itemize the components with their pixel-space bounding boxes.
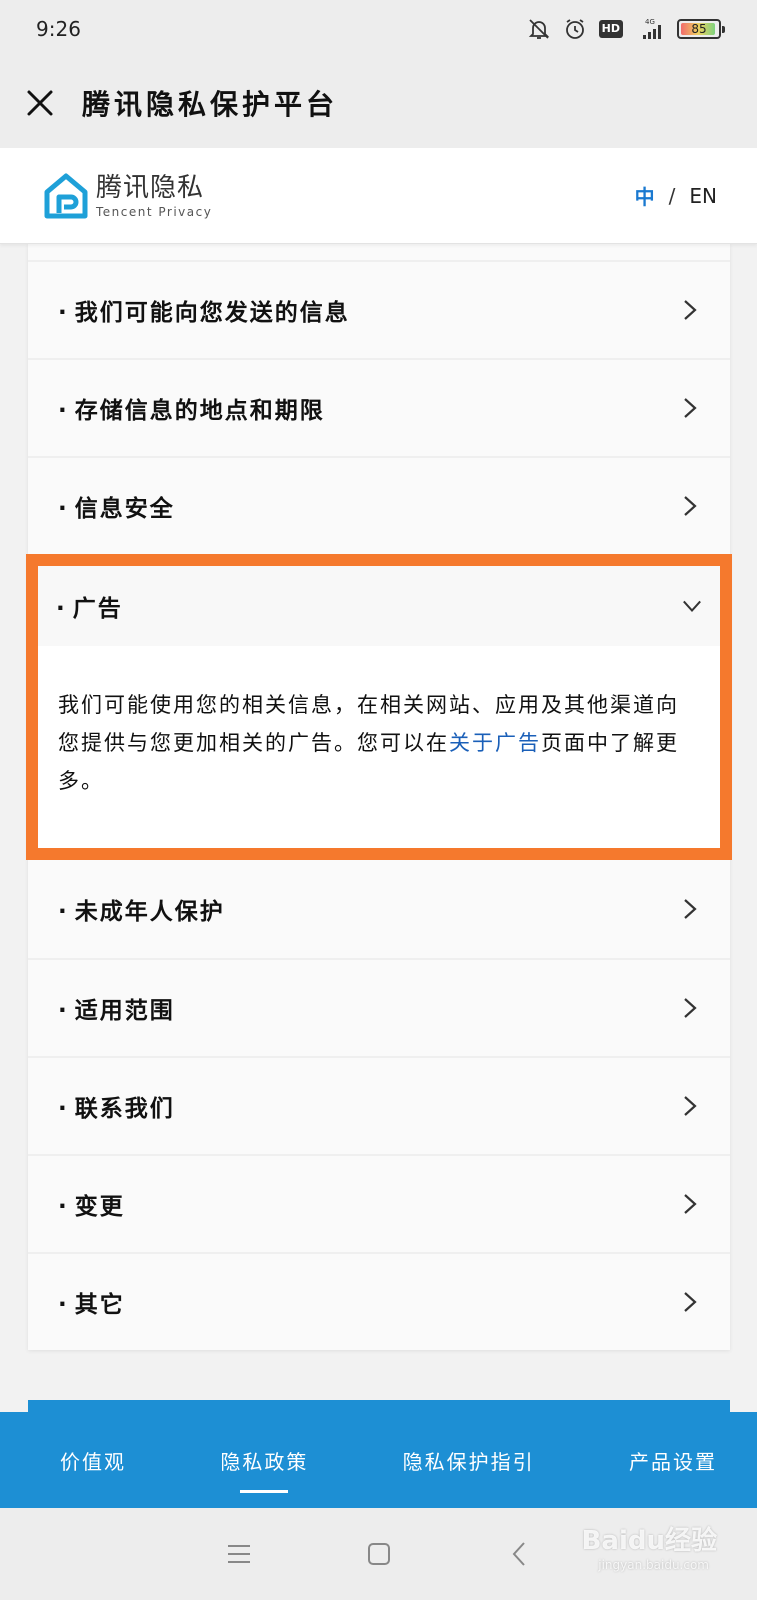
tencent-privacy-logo-icon	[44, 173, 88, 218]
logo[interactable]: 腾讯隐私 Tencent Privacy	[44, 173, 212, 219]
bullet: ·	[58, 998, 69, 1024]
svg-text:4G: 4G	[645, 18, 655, 26]
hd-badge: HD	[598, 20, 623, 38]
alarm-icon	[565, 19, 584, 39]
chevron-right-icon	[680, 998, 700, 1018]
section-label: 未成年人保护	[74, 899, 225, 925]
lang-zh-option[interactable]: 中	[635, 181, 655, 210]
section-label: 适用范围	[74, 998, 175, 1024]
bullet: ·	[58, 1292, 69, 1318]
top-nav: 腾讯隐私保护平台	[0, 58, 757, 148]
home-button[interactable]	[364, 1539, 394, 1569]
chevron-right-icon	[680, 1096, 700, 1116]
logo-text-cn: 腾讯隐私	[96, 172, 205, 203]
chevron-right-icon	[680, 398, 700, 418]
battery-icon: 85	[677, 19, 725, 39]
language-switch: 中 / EN	[635, 181, 717, 210]
chevron-right-icon	[680, 899, 700, 919]
section-label: 广告	[72, 596, 123, 622]
menu-icon	[227, 1545, 250, 1563]
chevron-right-icon	[680, 1292, 700, 1312]
lang-separator: /	[668, 183, 676, 208]
chevron-right-icon	[680, 1194, 700, 1214]
battery-level: 85	[691, 22, 707, 36]
section-label: 联系我们	[74, 1096, 175, 1122]
site-header: 腾讯隐私 Tencent Privacy 中 / EN	[0, 148, 757, 244]
tab-privacy-guide[interactable]: 隐私保护指引	[403, 1446, 535, 1475]
page-title: 腾讯隐私保护平台	[82, 88, 339, 121]
baidu-watermark-url: jingyan.baidu.com	[598, 1558, 709, 1572]
section-item-security[interactable]: · 信息安全	[28, 456, 730, 554]
chevron-down-icon	[682, 596, 702, 616]
chevron-right-icon	[680, 300, 700, 320]
section-item-minors[interactable]: · 未成年人保护	[28, 860, 730, 958]
list-top-spacer	[28, 244, 730, 260]
menu-button[interactable]	[224, 1539, 254, 1569]
bottom-tab-bar: 价值观 隐私政策 隐私保护指引 产品设置	[0, 1412, 757, 1508]
section-item-changes[interactable]: · 变更	[28, 1154, 730, 1252]
logo-text-en: Tencent Privacy	[96, 204, 213, 219]
section-label: 其它	[74, 1292, 125, 1318]
close-button[interactable]	[24, 87, 56, 119]
section-label: 我们可能向您发送的信息	[74, 300, 350, 326]
bullet: ·	[58, 300, 69, 326]
bullet: ·	[58, 496, 69, 522]
tab-privacy-policy[interactable]: 隐私政策	[220, 1446, 308, 1493]
policy-section-list: · 我们可能向您发送的信息 · 存储信息的地点和期限 · 信息安全 · 广告 我们可能使…	[26, 244, 732, 1350]
section-label: 信息安全	[74, 496, 175, 522]
tab-values[interactable]: 价值观	[60, 1446, 126, 1475]
bullet: ·	[56, 596, 67, 622]
signal-icon: 4G	[643, 18, 661, 39]
section-item-ads-expanded: · 广告 我们可能使用您的相关信息，在相关网站、应用及其他渠道向您提供与您更加相关…	[26, 554, 732, 860]
baidu-watermark: Baidu经验	[581, 1526, 717, 1556]
bullet: ·	[58, 1194, 69, 1220]
bullet: ·	[58, 1096, 69, 1122]
section-ads-body: 我们可能使用您的相关信息，在相关网站、应用及其他渠道向您提供与您更加相关的广告。…	[38, 646, 720, 800]
close-icon	[27, 90, 53, 116]
status-time: 9:26	[36, 17, 81, 41]
mute-bell-icon	[528, 19, 549, 39]
about-ads-link[interactable]: 关于广告	[449, 731, 541, 755]
section-item-others[interactable]: · 其它	[28, 1252, 730, 1350]
section-item-storage[interactable]: · 存储信息的地点和期限	[28, 358, 730, 456]
back-button[interactable]	[504, 1539, 534, 1569]
home-square-icon	[367, 1543, 390, 1565]
section-item-scope[interactable]: · 适用范围	[28, 958, 730, 1056]
back-icon	[512, 1542, 525, 1566]
section-label: 存储信息的地点和期限	[74, 398, 325, 424]
lang-en-option[interactable]: EN	[689, 184, 717, 208]
section-label: 变更	[74, 1194, 125, 1220]
section-item-info-sent[interactable]: · 我们可能向您发送的信息	[28, 260, 730, 358]
status-icons: HD 4G 85	[527, 17, 725, 41]
section-item-contact[interactable]: · 联系我们	[28, 1056, 730, 1154]
status-bar: 9:26 HD 4G 85	[0, 0, 757, 58]
chevron-right-icon	[680, 496, 700, 516]
section-item-ads-header[interactable]: · 广告	[38, 566, 720, 646]
bullet: ·	[58, 899, 69, 925]
tab-product-settings[interactable]: 产品设置	[629, 1446, 717, 1475]
bullet: ·	[58, 398, 69, 424]
